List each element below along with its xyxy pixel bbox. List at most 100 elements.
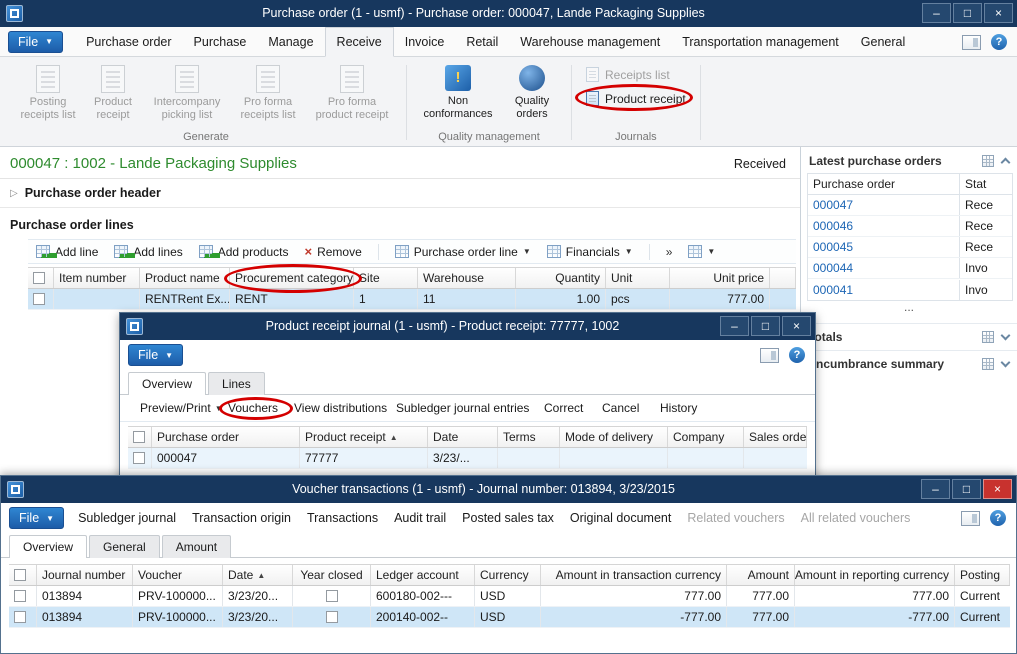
posting-receipts-list-button[interactable]: Posting receipts list (16, 61, 80, 125)
col-warehouse[interactable]: Warehouse (418, 268, 516, 288)
po-line-row[interactable]: RENTRent Ex... RENT 1 11 1.00 pcs 777.00 (28, 289, 796, 310)
tab-transportation-management[interactable]: Transportation management (671, 27, 850, 56)
minimize-button[interactable]: – (922, 3, 951, 23)
close-button[interactable]: × (984, 3, 1013, 23)
receipt-window-titlebar[interactable]: Product receipt journal (1 - usmf) - Pro… (120, 313, 815, 340)
voucher-row[interactable]: 013894 PRV-100000... 3/23/20... 600180-0… (9, 586, 1010, 607)
add-lines-button[interactable]: Add lines (114, 245, 182, 259)
help-icon[interactable] (789, 347, 805, 363)
tab-purchase-order[interactable]: Purchase order (75, 27, 182, 56)
transactions-button[interactable]: Transactions (307, 511, 378, 525)
col-purchase-order[interactable]: Purchase order (152, 427, 300, 447)
maximize-button[interactable]: □ (953, 3, 982, 23)
receipts-list-journal-button[interactable]: Receipts list (582, 65, 690, 84)
view-distributions-button[interactable]: View distributions (294, 401, 387, 415)
product-receipt-generate-button[interactable]: Product receipt (84, 61, 142, 125)
tab-invoice[interactable]: Invoice (394, 27, 456, 56)
quality-orders-button[interactable]: Quality orders (503, 61, 561, 124)
col-currency[interactable]: Currency (475, 565, 541, 585)
close-button[interactable]: × (983, 479, 1012, 499)
tab-amount[interactable]: Amount (162, 535, 231, 558)
factbox-row[interactable]: 000044 Invo (808, 258, 1012, 279)
row-select-cell[interactable] (128, 448, 152, 468)
po-window-titlebar[interactable]: Purchase order (1 - usmf) - Purchase ord… (0, 0, 1017, 27)
col-quantity[interactable]: Quantity (516, 268, 606, 288)
po-link[interactable]: 000044 (808, 258, 960, 278)
close-button[interactable]: × (782, 316, 811, 336)
purchase-order-line-menu-button[interactable]: Purchase order line ▼ (395, 245, 531, 259)
po-link[interactable]: 000047 (808, 195, 960, 215)
product-receipt-journal-button[interactable]: Product receipt (582, 89, 690, 108)
subledger-journal-button[interactable]: Subledger journal (78, 511, 176, 525)
voucher-window-titlebar[interactable]: Voucher transactions (1 - usmf) - Journa… (1, 476, 1016, 503)
tab-retail[interactable]: Retail (455, 27, 509, 56)
year-closed-checkbox[interactable] (326, 611, 338, 623)
row-select-cell[interactable] (9, 586, 37, 606)
voucher-row[interactable]: 013894 PRV-100000... 3/23/20... 200140-0… (9, 607, 1010, 628)
col-product-name[interactable]: Product name (140, 268, 230, 288)
transaction-origin-button[interactable]: Transaction origin (192, 511, 291, 525)
po-link[interactable]: 000041 (808, 280, 960, 300)
col-site[interactable]: Site (354, 268, 418, 288)
original-document-button[interactable]: Original document (570, 511, 671, 525)
intercompany-picking-list-button[interactable]: Intercompany picking list (146, 61, 228, 125)
col-ledger-account[interactable]: Ledger account (371, 565, 475, 585)
col-amount-reporting-currency[interactable]: Amount in reporting currency (795, 565, 955, 585)
po-link[interactable]: 000045 (808, 237, 960, 257)
tab-purchase[interactable]: Purchase (183, 27, 258, 56)
tab-manage[interactable]: Manage (257, 27, 324, 56)
factbox-grid-icon[interactable] (982, 358, 994, 370)
encumbrance-factbox-header[interactable]: Encumbrance summary (801, 350, 1017, 377)
tab-overview[interactable]: Overview (9, 535, 87, 558)
toolbar-overflow-button[interactable]: » (666, 245, 673, 259)
maximize-button[interactable]: □ (952, 479, 981, 499)
tab-warehouse-management[interactable]: Warehouse management (509, 27, 671, 56)
pro-forma-receipts-list-button[interactable]: Pro forma receipts list (232, 61, 304, 125)
all-related-vouchers-button[interactable]: All related vouchers (801, 511, 911, 525)
vouchers-button[interactable]: Vouchers (228, 401, 278, 415)
factbox-row[interactable]: 000041 Invo (808, 279, 1012, 300)
non-conformances-button[interactable]: Non conformances (417, 61, 499, 124)
factbox-more-link[interactable]: ... (801, 301, 1017, 315)
posted-sales-tax-button[interactable]: Posted sales tax (462, 511, 554, 525)
file-menu-button[interactable]: File ▼ (128, 344, 183, 366)
companion-panel-icon[interactable] (760, 348, 779, 363)
companion-panel-icon[interactable] (961, 511, 980, 526)
tab-lines[interactable]: Lines (208, 372, 265, 395)
tab-overview[interactable]: Overview (128, 372, 206, 395)
tab-general[interactable]: General (850, 27, 916, 56)
correct-button[interactable]: Correct (544, 401, 583, 415)
col-company[interactable]: Company (668, 427, 744, 447)
latest-purchase-orders-header[interactable]: Latest purchase orders (801, 147, 1017, 173)
receipt-row[interactable]: 000047 77777 3/23/... (128, 448, 807, 469)
financials-menu-button[interactable]: Financials ▼ (547, 245, 633, 259)
select-all-cell[interactable] (128, 427, 152, 447)
totals-factbox-header[interactable]: Totals (801, 323, 1017, 350)
maximize-button[interactable]: □ (751, 316, 780, 336)
col-date[interactable]: Date▲ (223, 565, 293, 585)
col-purchase-order[interactable]: Purchase order (808, 174, 960, 194)
add-products-button[interactable]: Add products (199, 245, 289, 259)
select-all-cell[interactable] (28, 268, 54, 288)
col-sales-order[interactable]: Sales order (744, 427, 807, 447)
col-mode-of-delivery[interactable]: Mode of delivery (560, 427, 668, 447)
col-product-receipt[interactable]: Product receipt▲ (300, 427, 428, 447)
remove-button[interactable]: × Remove (304, 244, 361, 259)
select-all-cell[interactable] (9, 565, 37, 585)
pro-forma-product-receipt-button[interactable]: Pro forma product receipt (308, 61, 396, 125)
help-icon[interactable] (990, 510, 1006, 526)
minimize-button[interactable]: – (921, 479, 950, 499)
po-link[interactable]: 000046 (808, 216, 960, 236)
factbox-grid-icon[interactable] (982, 331, 994, 343)
col-amount-transaction-currency[interactable]: Amount in transaction currency (541, 565, 727, 585)
chevron-down-icon[interactable] (1001, 331, 1011, 341)
file-menu-button[interactable]: File ▼ (8, 31, 63, 53)
col-status[interactable]: Stat (960, 174, 1012, 194)
col-year-closed[interactable]: Year closed (293, 565, 371, 585)
col-journal-number[interactable]: Journal number (37, 565, 133, 585)
cancel-button[interactable]: Cancel (602, 401, 639, 415)
chevron-up-icon[interactable] (1001, 158, 1011, 168)
po-header-section-toggle[interactable]: ▷ Purchase order header (0, 179, 800, 208)
help-icon[interactable] (991, 34, 1007, 50)
year-closed-checkbox[interactable] (326, 590, 338, 602)
